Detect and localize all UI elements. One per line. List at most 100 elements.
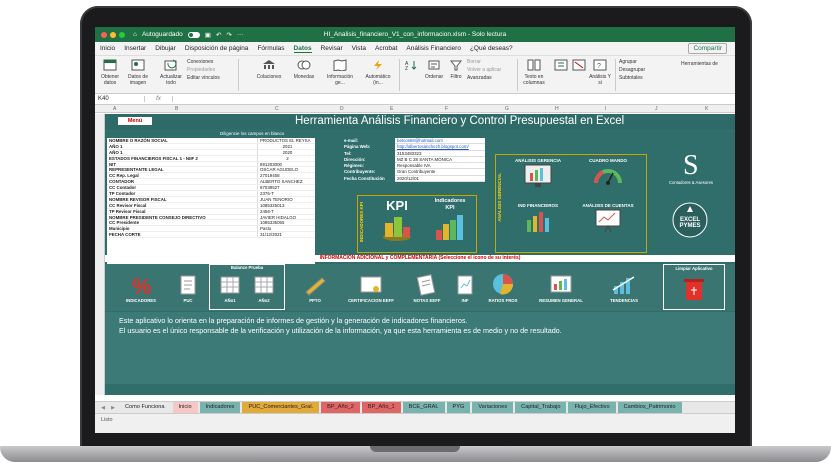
monedas-button[interactable]: Monedas xyxy=(291,59,317,80)
more-icon[interactable]: ··· xyxy=(237,31,244,38)
maximize-window-button[interactable] xyxy=(119,31,125,38)
kpi-button[interactable]: KPI xyxy=(372,198,422,245)
analisis-y-si-button[interactable]: ? Análisis Y si xyxy=(589,59,611,86)
resumen-general-button[interactable]: RESUMEN GENERAL xyxy=(533,274,589,303)
sheet-tab[interactable]: Inicio xyxy=(172,402,198,413)
minimize-window-button[interactable] xyxy=(110,31,116,38)
cuadro-mando-button[interactable]: CUADRO MANDO xyxy=(576,158,640,190)
analisis-gerencia-button[interactable]: ANÁLISIS GERENCIA xyxy=(508,158,568,190)
datos-imagen-button[interactable]: Datos de imagen xyxy=(125,59,151,86)
ano2-button[interactable]: AÑo2 xyxy=(250,274,278,303)
redo-icon[interactable]: ↷ xyxy=(226,31,231,39)
indicadores-kpi-button[interactable]: Indicadores KPI xyxy=(424,198,476,244)
tab-scroll-right-icon[interactable]: ▶ xyxy=(109,405,117,411)
column-header[interactable]: D xyxy=(340,106,344,112)
remove-duplicates-button[interactable] xyxy=(571,59,587,74)
subtotales-button[interactable]: Subtotales xyxy=(619,74,667,82)
sheet-tab[interactable]: Cambios_Patrimonio xyxy=(617,402,682,413)
image-data-icon xyxy=(131,59,145,71)
column-header[interactable]: B xyxy=(175,106,178,112)
sheet-tab[interactable]: Flujo_Efectivo xyxy=(568,402,616,413)
home-icon[interactable]: ⌂ xyxy=(133,31,137,38)
column-header[interactable]: J xyxy=(655,106,658,112)
column-header[interactable]: E xyxy=(390,106,393,112)
tab-datos[interactable]: Datos xyxy=(293,45,312,53)
desagrupar-button[interactable]: Desagrupar xyxy=(619,66,667,74)
column-header[interactable]: G xyxy=(505,106,509,112)
undo-icon[interactable]: ↶ xyxy=(216,31,221,39)
notas-eeff-button[interactable]: NOTAS EEFF xyxy=(407,274,447,303)
avanzadas-button[interactable]: Avanzadas xyxy=(467,74,515,82)
ordenar-button[interactable]: Ordenar xyxy=(423,59,445,80)
puc-button[interactable]: PUC xyxy=(173,274,203,303)
sheet-tab[interactable]: Variaciones xyxy=(472,402,514,413)
tab-insertar[interactable]: Insertar xyxy=(124,45,146,52)
sheet-tab[interactable]: Indicadores xyxy=(199,402,241,413)
ind-financieros-button[interactable]: IND FINANCIEROS xyxy=(508,203,568,235)
borrar-button[interactable]: Borrar xyxy=(467,58,515,66)
column-header[interactable]: F xyxy=(445,106,448,112)
report-icon xyxy=(457,275,473,295)
tab-formulas[interactable]: Fórmulas xyxy=(257,45,284,52)
filtro-button[interactable]: Filtro xyxy=(447,59,465,80)
automatico-button[interactable]: Automático (in... xyxy=(361,59,395,86)
texto-columnas-button[interactable]: Texto en columnas xyxy=(520,59,548,86)
sheet-tab[interactable]: Capital_Trabajo xyxy=(515,402,567,413)
tab-scroll-left-icon[interactable]: ◀ xyxy=(99,405,107,411)
instructions-label: Diligencie los campos en blanco xyxy=(220,131,285,136)
colaciones-button[interactable]: Colaciones xyxy=(255,59,283,80)
certificacion-eeff-button[interactable]: CERTIFICACION EEFF xyxy=(341,274,401,303)
tab-revisar[interactable]: Revisar xyxy=(321,45,343,52)
analisis-cuentas-button[interactable]: ANÁLISIS DE CUENTAS xyxy=(576,203,640,235)
agrupar-button[interactable]: Agrupar xyxy=(619,58,667,66)
sort-az-button[interactable]: AZ xyxy=(401,59,421,74)
editar-vinculos-button[interactable]: Editar vínculos xyxy=(187,74,235,82)
informacion-button[interactable]: Información ge... xyxy=(323,59,357,86)
formula-input[interactable] xyxy=(173,94,735,104)
ribbon-separator xyxy=(615,59,616,91)
name-box[interactable]: K40 xyxy=(95,96,145,102)
sheet-tab[interactable]: BCE_GRAL xyxy=(402,402,445,413)
kpi-section: INDICADORES KPI KPI Indicadores KPI xyxy=(357,195,477,253)
column-header[interactable]: C xyxy=(275,106,279,112)
propiedades-button[interactable]: Propiedades xyxy=(187,66,235,74)
autosave-toggle[interactable] xyxy=(187,31,200,38)
column-header[interactable]: I xyxy=(605,106,606,112)
tab-analisis-financiero[interactable]: Análisis Financiero xyxy=(406,45,461,52)
filter-options-group: Borrar Volver a aplicar Avanzadas xyxy=(467,58,515,82)
save-icon[interactable]: ▣ xyxy=(205,31,211,39)
column-header[interactable]: K xyxy=(705,106,708,112)
close-window-button[interactable] xyxy=(101,31,107,38)
svg-text:Z: Z xyxy=(405,66,408,71)
limpiar-button[interactable] xyxy=(680,276,708,303)
conexiones-button[interactable]: Conexiones xyxy=(187,58,235,66)
share-button[interactable]: Compartir xyxy=(688,43,727,54)
actualizar-todo-button[interactable]: Actualizar todo xyxy=(159,59,183,86)
menu-button[interactable]: Menú xyxy=(118,117,152,125)
inf-button[interactable]: INF xyxy=(453,274,477,303)
tab-dibujar[interactable]: Dibujar xyxy=(155,45,176,52)
column-header[interactable]: A xyxy=(113,106,116,112)
fx-icon[interactable]: fx xyxy=(145,96,173,102)
ano1-button[interactable]: AÑo1 xyxy=(216,274,244,303)
tab-que-deseas[interactable]: ¿Qué deseas? xyxy=(470,45,513,52)
tendencias-button[interactable]: TENDENCIAS xyxy=(599,274,649,303)
volver-aplicar-button[interactable]: Volver a aplicar xyxy=(467,66,515,74)
tab-inicio[interactable]: Inicio xyxy=(100,45,115,52)
tab-acrobat[interactable]: Acrobat xyxy=(375,45,397,52)
tab-vista[interactable]: Vista xyxy=(352,45,366,52)
tab-disposicion[interactable]: Disposición de página xyxy=(185,45,249,52)
column-header[interactable]: H xyxy=(555,106,559,112)
filter-icon xyxy=(449,60,463,71)
herramientas-button[interactable]: Herramientas de xyxy=(681,61,733,67)
sheet-tab[interactable]: Como Funciona xyxy=(119,402,171,413)
sheet-tab[interactable]: BP_Año_1 xyxy=(361,402,401,413)
indicadores-button[interactable]: % INDICADORES xyxy=(119,274,163,303)
obtener-datos-button[interactable]: Obtener datos xyxy=(98,59,122,86)
sheet-tab[interactable]: PUC_Comerciantes_Gral. xyxy=(242,402,320,413)
data-tools-button[interactable] xyxy=(553,59,569,74)
sheet-tab[interactable]: PYG xyxy=(446,402,471,413)
ppto-button[interactable]: PPTO xyxy=(295,274,335,303)
ratios-fros-button[interactable]: RATIOS FROS xyxy=(483,272,523,303)
sheet-tab[interactable]: BP_Año_2 xyxy=(321,402,360,413)
